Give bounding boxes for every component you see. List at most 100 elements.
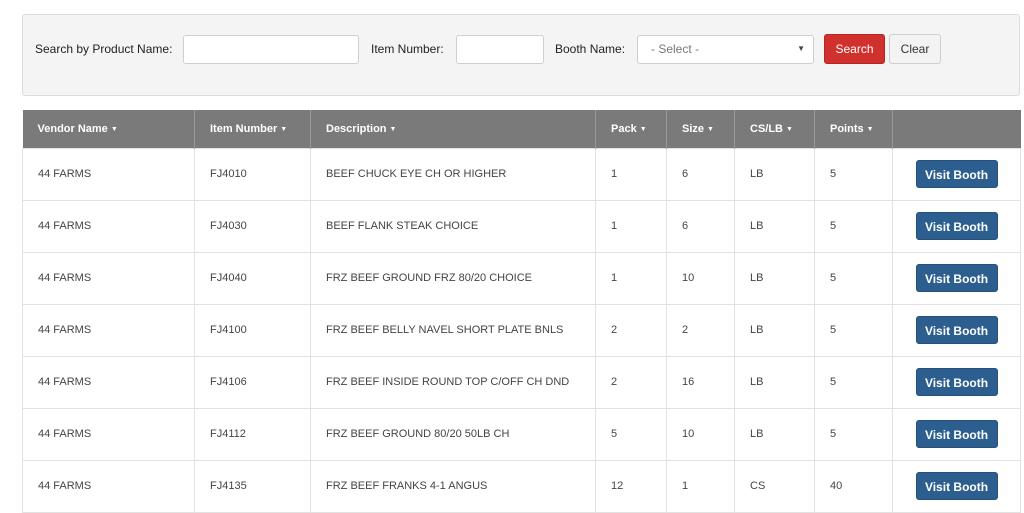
- booth-select-value: - Select -: [651, 42, 700, 56]
- products-table: Vendor Name ▼ Item Number ▼ Description ▼ Pack…: [22, 110, 1021, 513]
- visit-booth-button[interactable]: Visit Booth: [915, 160, 998, 188]
- sort-caret-icon: ▼: [280, 125, 288, 133]
- item-number-input[interactable]: [456, 35, 544, 64]
- table-row: 44 FARMS FJ4112 FRZ BEEF GROUND 80/20 50LB…: [22, 407, 1021, 461]
- cell-item-number: FJ4112: [194, 407, 311, 461]
- cell-cs-lb: CS: [734, 459, 815, 513]
- cell-vendor-name: 44 FARMS: [22, 355, 195, 409]
- cell-pack: 2: [595, 355, 667, 409]
- cell-description: FRZ BEEF FRANKS 4-1 ANGUS: [310, 459, 596, 513]
- chevron-down-icon: ▼: [797, 44, 805, 53]
- visit-booth-button[interactable]: Visit Booth: [915, 420, 998, 448]
- cell-pack: 1: [595, 147, 667, 201]
- sort-caret-icon: ▼: [639, 125, 647, 133]
- cell-description: FRZ BEEF BELLY NAVEL SHORT PLATE BNLS: [310, 303, 596, 357]
- visit-booth-button[interactable]: Visit Booth: [915, 316, 998, 344]
- column-header-vendor-name[interactable]: Vendor Name ▼: [22, 110, 195, 148]
- column-header-item-number[interactable]: Item Number ▼: [194, 110, 311, 148]
- cell-item-number: FJ4135: [194, 459, 311, 513]
- cell-vendor-name: 44 FARMS: [22, 147, 195, 201]
- sort-caret-icon: ▼: [866, 125, 874, 133]
- column-header-label: Points: [830, 122, 864, 135]
- table-row: 44 FARMS FJ4030 BEEF FLANK STEAK CHOICE 1 6 L…: [22, 199, 1021, 253]
- cell-pack: 1: [595, 251, 667, 305]
- sort-caret-icon: ▼: [786, 125, 793, 133]
- cell-points: 5: [814, 147, 893, 201]
- cell-size: 1: [666, 459, 735, 513]
- visit-booth-button[interactable]: Visit Booth: [915, 472, 998, 500]
- cell-item-number: FJ4040: [194, 251, 311, 305]
- cell-vendor-name: 44 FARMS: [22, 199, 195, 253]
- cell-vendor-name: 44 FARMS: [22, 303, 195, 357]
- cell-points: 5: [814, 303, 893, 357]
- sort-caret-icon: ▼: [389, 125, 397, 133]
- cell-description: BEEF FLANK STEAK CHOICE: [310, 199, 596, 253]
- column-header-size[interactable]: Size ▼: [666, 110, 735, 148]
- visit-booth-button[interactable]: Visit Booth: [915, 212, 998, 240]
- booth-name-label: Booth Name:: [555, 42, 626, 56]
- cell-size: 10: [666, 251, 735, 305]
- cell-actions: Visit Booth: [892, 199, 1021, 253]
- cell-actions: Visit Booth: [892, 251, 1021, 305]
- cell-cs-lb: LB: [734, 355, 815, 409]
- table-row: 44 FARMS FJ4106 FRZ BEEF INSIDE ROUND TOP …: [22, 355, 1021, 409]
- cell-cs-lb: LB: [734, 407, 815, 461]
- cell-pack: 1: [595, 199, 667, 253]
- table-row: 44 FARMS FJ4010 BEEF CHUCK EYE CH OR HIGHE…: [22, 147, 1021, 201]
- cell-item-number: FJ4030: [194, 199, 311, 253]
- cell-vendor-name: 44 FARMS: [22, 407, 195, 461]
- product-name-input[interactable]: [183, 35, 359, 64]
- cell-actions: Visit Booth: [892, 303, 1021, 357]
- cell-cs-lb: LB: [734, 251, 815, 305]
- item-number-label: Item Number:: [371, 42, 444, 56]
- cell-points: 5: [814, 251, 893, 305]
- cell-size: 10: [666, 407, 735, 461]
- search-button[interactable]: Search: [824, 34, 885, 64]
- product-name-label: Search by Product Name:: [35, 42, 173, 56]
- table-row: 44 FARMS FJ4040 FRZ BEEF GROUND FRZ 80/20 …: [22, 251, 1021, 305]
- cell-size: 6: [666, 199, 735, 253]
- column-header-label: Size: [682, 122, 705, 135]
- cell-actions: Visit Booth: [892, 407, 1021, 461]
- cell-description: FRZ BEEF GROUND FRZ 80/20 CHOICE: [310, 251, 596, 305]
- sort-caret-icon: ▼: [110, 125, 118, 133]
- cell-vendor-name: 44 FARMS: [22, 459, 195, 513]
- column-header-label: Pack: [611, 122, 637, 135]
- cell-size: 6: [666, 147, 735, 201]
- cell-item-number: FJ4106: [194, 355, 311, 409]
- cell-vendor-name: 44 FARMS: [22, 251, 195, 305]
- cell-points: 40: [814, 459, 893, 513]
- cell-description: FRZ BEEF GROUND 80/20 50LB CH: [310, 407, 596, 461]
- visit-booth-button[interactable]: Visit Booth: [915, 368, 998, 396]
- sort-caret-icon: ▼: [707, 125, 714, 133]
- cell-points: 5: [814, 199, 893, 253]
- column-header-label: Item Number: [210, 122, 278, 135]
- cell-size: 2: [666, 303, 735, 357]
- cell-cs-lb: LB: [734, 147, 815, 201]
- column-header-label: CS/LB: [750, 122, 783, 135]
- cell-cs-lb: LB: [734, 199, 815, 253]
- column-header-pack[interactable]: Pack ▼: [595, 110, 667, 148]
- cell-points: 5: [814, 355, 893, 409]
- cell-actions: Visit Booth: [892, 355, 1021, 409]
- column-header-label: Vendor Name: [37, 122, 108, 135]
- booth-name-select[interactable]: - Select - ▼: [637, 35, 814, 64]
- cell-description: BEEF CHUCK EYE CH OR HIGHER: [310, 147, 596, 201]
- cell-item-number: FJ4100: [194, 303, 311, 357]
- cell-actions: Visit Booth: [892, 459, 1021, 513]
- cell-pack: 12: [595, 459, 667, 513]
- cell-pack: 2: [595, 303, 667, 357]
- cell-pack: 5: [595, 407, 667, 461]
- search-filter-panel: Search by Product Name: Item Number: Boo…: [22, 14, 1020, 96]
- column-header-actions: [892, 110, 1021, 148]
- column-header-cs-lb[interactable]: CS/LB ▼: [734, 110, 815, 148]
- table-row: 44 FARMS FJ4135 FRZ BEEF FRANKS 4-1 ANGUS 1…: [22, 459, 1021, 513]
- cell-actions: Visit Booth: [892, 147, 1021, 201]
- table-row: 44 FARMS FJ4100 FRZ BEEF BELLY NAVEL SHORT…: [22, 303, 1021, 357]
- column-header-points[interactable]: Points ▼: [814, 110, 893, 148]
- column-header-description[interactable]: Description ▼: [310, 110, 596, 148]
- clear-button[interactable]: Clear: [889, 34, 941, 64]
- cell-cs-lb: LB: [734, 303, 815, 357]
- cell-description: FRZ BEEF INSIDE ROUND TOP C/OFF CH DND: [310, 355, 596, 409]
- visit-booth-button[interactable]: Visit Booth: [915, 264, 998, 292]
